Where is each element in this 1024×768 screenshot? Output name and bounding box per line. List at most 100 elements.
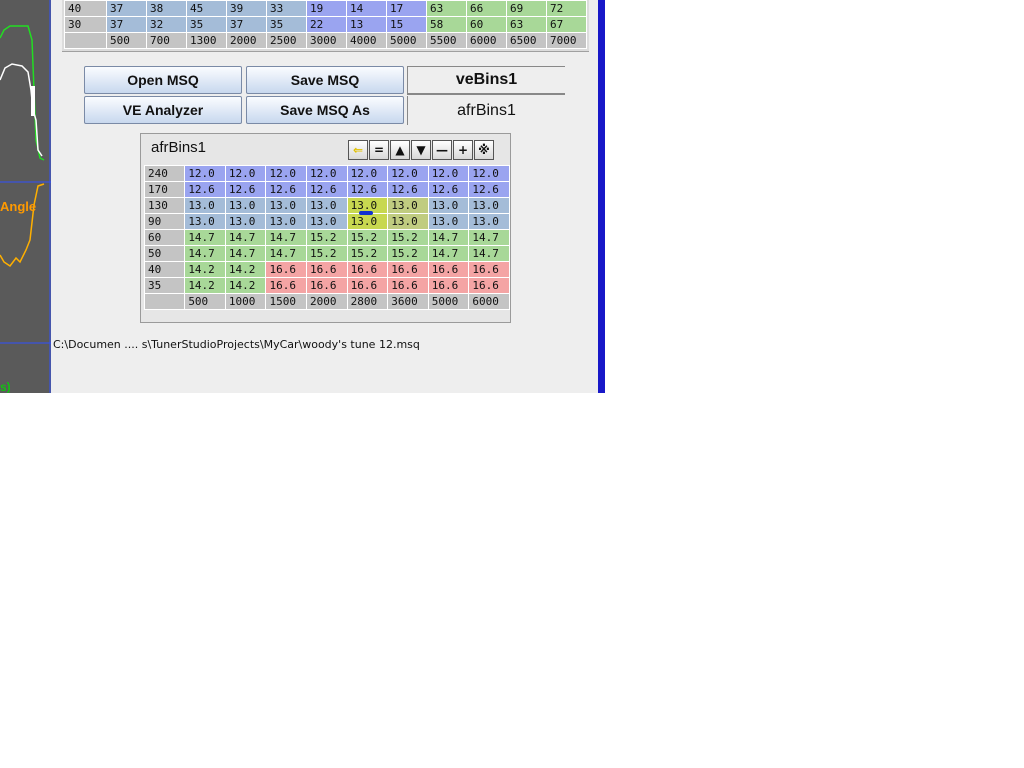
afr-cell[interactable]: 16.6 (265, 277, 308, 294)
multiply-icon[interactable]: ※ (474, 140, 494, 160)
ve-cell[interactable]: 37 (106, 0, 147, 17)
afr-cell[interactable]: 12.6 (265, 181, 308, 198)
tab-vebins1[interactable]: veBins1 (407, 66, 565, 95)
ve-cell[interactable]: 63 (506, 16, 547, 33)
afr-cell[interactable]: 12.6 (224, 181, 267, 198)
afr-cell[interactable]: 12.0 (468, 165, 510, 182)
afr-cell[interactable]: 13.0 (224, 213, 267, 230)
afr-cell[interactable]: 12.0 (224, 165, 267, 182)
afr-cell[interactable]: 14.2 (184, 277, 226, 294)
afr-cell[interactable]: 13.0 (224, 197, 267, 214)
ve-analyzer-button[interactable]: VE Analyzer (84, 96, 242, 124)
afr-cell[interactable]: 14.7 (468, 229, 510, 246)
ve-cell[interactable]: 33 (266, 0, 307, 17)
afr-cell[interactable]: 13.0 (468, 213, 510, 230)
afr-cell[interactable]: 13.0 (468, 197, 510, 214)
afr-cell[interactable]: 14.7 (184, 245, 226, 262)
afr-cell[interactable]: 15.2 (387, 229, 429, 246)
ve-cell[interactable]: 37 (106, 16, 147, 33)
afr-cell[interactable]: 12.6 (427, 181, 470, 198)
afr-cell[interactable]: 16.6 (468, 261, 510, 278)
afr-cell[interactable]: 16.6 (387, 261, 429, 278)
afr-cell[interactable]: 13.0 (306, 197, 348, 214)
afr-cell[interactable]: 13.0 (306, 213, 348, 230)
equals-icon[interactable]: = (369, 140, 389, 160)
afr-cell[interactable]: 14.7 (265, 245, 308, 262)
ve-cell[interactable]: 39 (226, 0, 267, 17)
afr-cell[interactable]: 16.6 (346, 261, 389, 278)
afr-cell[interactable]: 12.0 (346, 165, 389, 182)
afr-cell[interactable]: 14.2 (184, 261, 226, 278)
afr-cell[interactable]: 16.6 (346, 277, 389, 294)
afr-cell[interactable]: 13.0 (387, 197, 429, 214)
afr-cell[interactable]: 12.6 (387, 181, 429, 198)
afr-cell[interactable]: 14.7 (224, 229, 267, 246)
ve-cell[interactable]: 63 (426, 0, 467, 17)
afr-cell[interactable]: 16.6 (306, 277, 348, 294)
ve-cell[interactable]: 35 (266, 16, 307, 33)
afr-cell[interactable]: 14.7 (427, 245, 470, 262)
afr-cell[interactable]: 14.7 (427, 229, 470, 246)
afr-cell[interactable]: 16.6 (306, 261, 348, 278)
afr-cell[interactable]: 15.2 (306, 229, 348, 246)
arrow-up-icon[interactable]: ▲ (390, 140, 410, 160)
afr-cell[interactable]: 12.0 (427, 165, 470, 182)
ve-cell[interactable]: 67 (546, 16, 587, 33)
ve-cell[interactable]: 35 (186, 16, 227, 33)
afr-cell[interactable]: 13.0 (346, 213, 389, 230)
afr-cell[interactable]: 14.7 (265, 229, 308, 246)
afr-cell[interactable]: 12.6 (468, 181, 510, 198)
tab-afrbins1[interactable]: afrBins1 (407, 96, 565, 125)
afr-cell[interactable]: 12.0 (387, 165, 429, 182)
ve-cell[interactable]: 19 (306, 0, 347, 17)
afr-cell[interactable]: 13.0 (387, 213, 429, 230)
save-msq-button[interactable]: Save MSQ (246, 66, 404, 94)
ve-cell[interactable]: 15 (386, 16, 427, 33)
ve-cell[interactable]: 45 (186, 0, 227, 17)
afr-cell[interactable]: 14.7 (224, 245, 267, 262)
ve-cell[interactable]: 38 (146, 0, 187, 17)
open-msq-button[interactable]: Open MSQ (84, 66, 242, 94)
afr-cell[interactable]: 14.2 (224, 277, 267, 294)
ve-cell[interactable]: 58 (426, 16, 467, 33)
afr-cell[interactable]: 13.0 (184, 197, 226, 214)
ve-cell[interactable]: 17 (386, 0, 427, 17)
arrow-down-icon[interactable]: ▼ (411, 140, 431, 160)
afr-cell[interactable]: 12.6 (184, 181, 226, 198)
ve-cell[interactable]: 72 (546, 0, 587, 17)
afr-cell[interactable]: 13.0 (184, 213, 226, 230)
afr-cell[interactable]: 16.6 (427, 277, 470, 294)
minus-icon[interactable]: — (432, 140, 452, 160)
save-msq-as-button[interactable]: Save MSQ As (246, 96, 404, 124)
afr-cell[interactable]: 12.0 (306, 165, 348, 182)
afr-cell[interactable]: 12.0 (265, 165, 308, 182)
afr-cell[interactable]: 16.6 (468, 277, 510, 294)
ve-cell[interactable]: 32 (146, 16, 187, 33)
afr-cell[interactable]: 12.6 (306, 181, 348, 198)
afr-cell[interactable]: 14.2 (224, 261, 267, 278)
afr-cell[interactable]: 16.6 (387, 277, 429, 294)
arrow-left-icon[interactable]: ⇐ (348, 140, 368, 160)
ve-cell[interactable]: 37 (226, 16, 267, 33)
afr-cell[interactable]: 13.0 (427, 213, 470, 230)
ve-cell[interactable]: 66 (466, 0, 507, 17)
afr-cell[interactable]: 12.6 (346, 181, 389, 198)
afr-cell[interactable]: 13.0 (427, 197, 470, 214)
afr-cell[interactable]: 14.7 (468, 245, 510, 262)
afr-cell[interactable]: 12.0 (184, 165, 226, 182)
afr-cell[interactable]: 16.6 (427, 261, 470, 278)
ve-cell[interactable]: 13 (346, 16, 387, 33)
ve-cell[interactable]: 22 (306, 16, 347, 33)
afr-cell[interactable]: 13.0 (265, 197, 308, 214)
afr-cell[interactable]: 15.2 (306, 245, 348, 262)
ve-cell[interactable]: 14 (346, 0, 387, 17)
afr-cell[interactable]: 15.2 (346, 245, 389, 262)
plus-icon[interactable]: + (453, 140, 473, 160)
afr-cell[interactable]: 13.0 (265, 213, 308, 230)
ve-cell[interactable]: 69 (506, 0, 547, 17)
afr-cell[interactable]: 15.2 (346, 229, 389, 246)
afr-cell[interactable]: 16.6 (265, 261, 308, 278)
afr-cell[interactable]: 15.2 (387, 245, 429, 262)
afr-cell[interactable]: 14.7 (184, 229, 226, 246)
ve-cell[interactable]: 60 (466, 16, 507, 33)
